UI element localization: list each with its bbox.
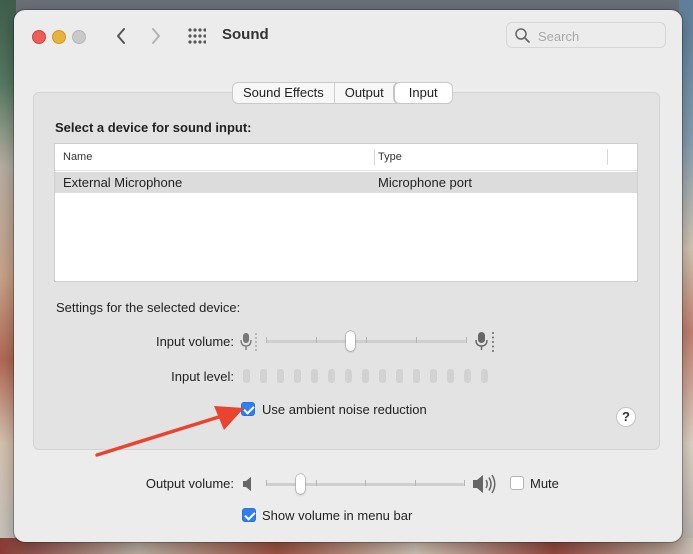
microphone-low-icon — [240, 333, 257, 351]
column-divider — [607, 149, 608, 165]
title-bar: Sound — [14, 10, 682, 62]
input-volume-label: Input volume: — [155, 334, 234, 349]
input-level-bar — [328, 369, 335, 383]
tab-input[interactable]: Input — [393, 83, 452, 103]
output-volume-knob[interactable] — [295, 474, 305, 494]
slider-tick — [416, 337, 417, 343]
settings-label: Settings for the selected device: — [56, 300, 241, 315]
input-level-bar — [447, 369, 454, 383]
input-level-bar — [345, 369, 352, 383]
slider-tick — [315, 480, 317, 486]
grid-icon[interactable] — [188, 28, 206, 44]
column-divider — [374, 149, 375, 165]
forward-button[interactable] — [145, 24, 167, 48]
back-icon — [117, 28, 125, 44]
mute-label[interactable]: Mute — [530, 476, 559, 491]
zoom-window-button[interactable] — [72, 30, 86, 44]
slider-tick — [466, 337, 467, 343]
slider-tick — [414, 480, 416, 486]
output-volume-label: Output volume: — [145, 476, 234, 491]
input-level-bar — [260, 369, 267, 383]
tab-output[interactable]: Output — [333, 83, 394, 103]
input-level-bar — [243, 369, 250, 383]
microphone-high-icon — [475, 332, 494, 352]
slider-tick — [266, 337, 267, 343]
table-row[interactable]: External Microphone Microphone port — [55, 172, 637, 193]
annotation-arrow — [95, 406, 244, 457]
slider-tick — [316, 337, 317, 343]
input-level-bar — [277, 369, 284, 383]
input-level-label: Input level: — [171, 369, 234, 384]
input-level-bar — [430, 369, 437, 383]
input-level-bar — [379, 369, 386, 383]
input-volume-knob[interactable] — [346, 331, 355, 351]
column-header-name[interactable]: Name — [63, 151, 92, 163]
mute-checkbox[interactable] — [510, 476, 524, 490]
input-level-bar — [481, 369, 488, 383]
show-volume-checkbox[interactable] — [242, 508, 256, 522]
column-header-type[interactable]: Type — [378, 151, 402, 163]
close-window-button[interactable] — [32, 30, 46, 44]
input-device-table: Name Type External Microphone Microphone… — [54, 143, 638, 282]
input-level-bar — [396, 369, 403, 383]
speaker-high-icon — [473, 474, 496, 494]
slider-tick — [266, 480, 267, 486]
input-level-bar — [311, 369, 318, 383]
table-header: Name Type — [55, 144, 637, 171]
tab-sound-effects[interactable]: Sound Effects — [233, 83, 334, 103]
slider-tick — [365, 480, 366, 486]
back-button[interactable] — [110, 24, 132, 48]
slider-tick — [464, 480, 465, 486]
input-level-bar — [294, 369, 301, 383]
ambient-noise-label[interactable]: Use ambient noise reduction — [262, 402, 427, 417]
input-level-bar — [362, 369, 369, 383]
forward-icon — [152, 28, 160, 44]
sound-preferences-window: Sound Sound Effects Output Input Select … — [14, 10, 682, 542]
show-volume-label[interactable]: Show volume in menu bar — [262, 508, 412, 523]
tab-bar: Sound Effects Output Input — [232, 82, 453, 104]
search-input[interactable] — [536, 27, 660, 46]
slider-tick — [366, 337, 367, 343]
window-title: Sound — [222, 26, 269, 43]
device-section-label: Select a device for sound input: — [55, 120, 252, 135]
input-level-bar — [413, 369, 420, 383]
speaker-low-icon — [243, 477, 251, 491]
search-icon — [515, 28, 530, 43]
minimize-window-button[interactable] — [52, 30, 66, 44]
device-name: External Microphone — [63, 175, 183, 190]
search-field[interactable] — [506, 22, 666, 48]
help-button[interactable]: ? — [616, 407, 636, 427]
device-type: Microphone port — [378, 175, 472, 190]
input-level-bar — [464, 369, 471, 383]
